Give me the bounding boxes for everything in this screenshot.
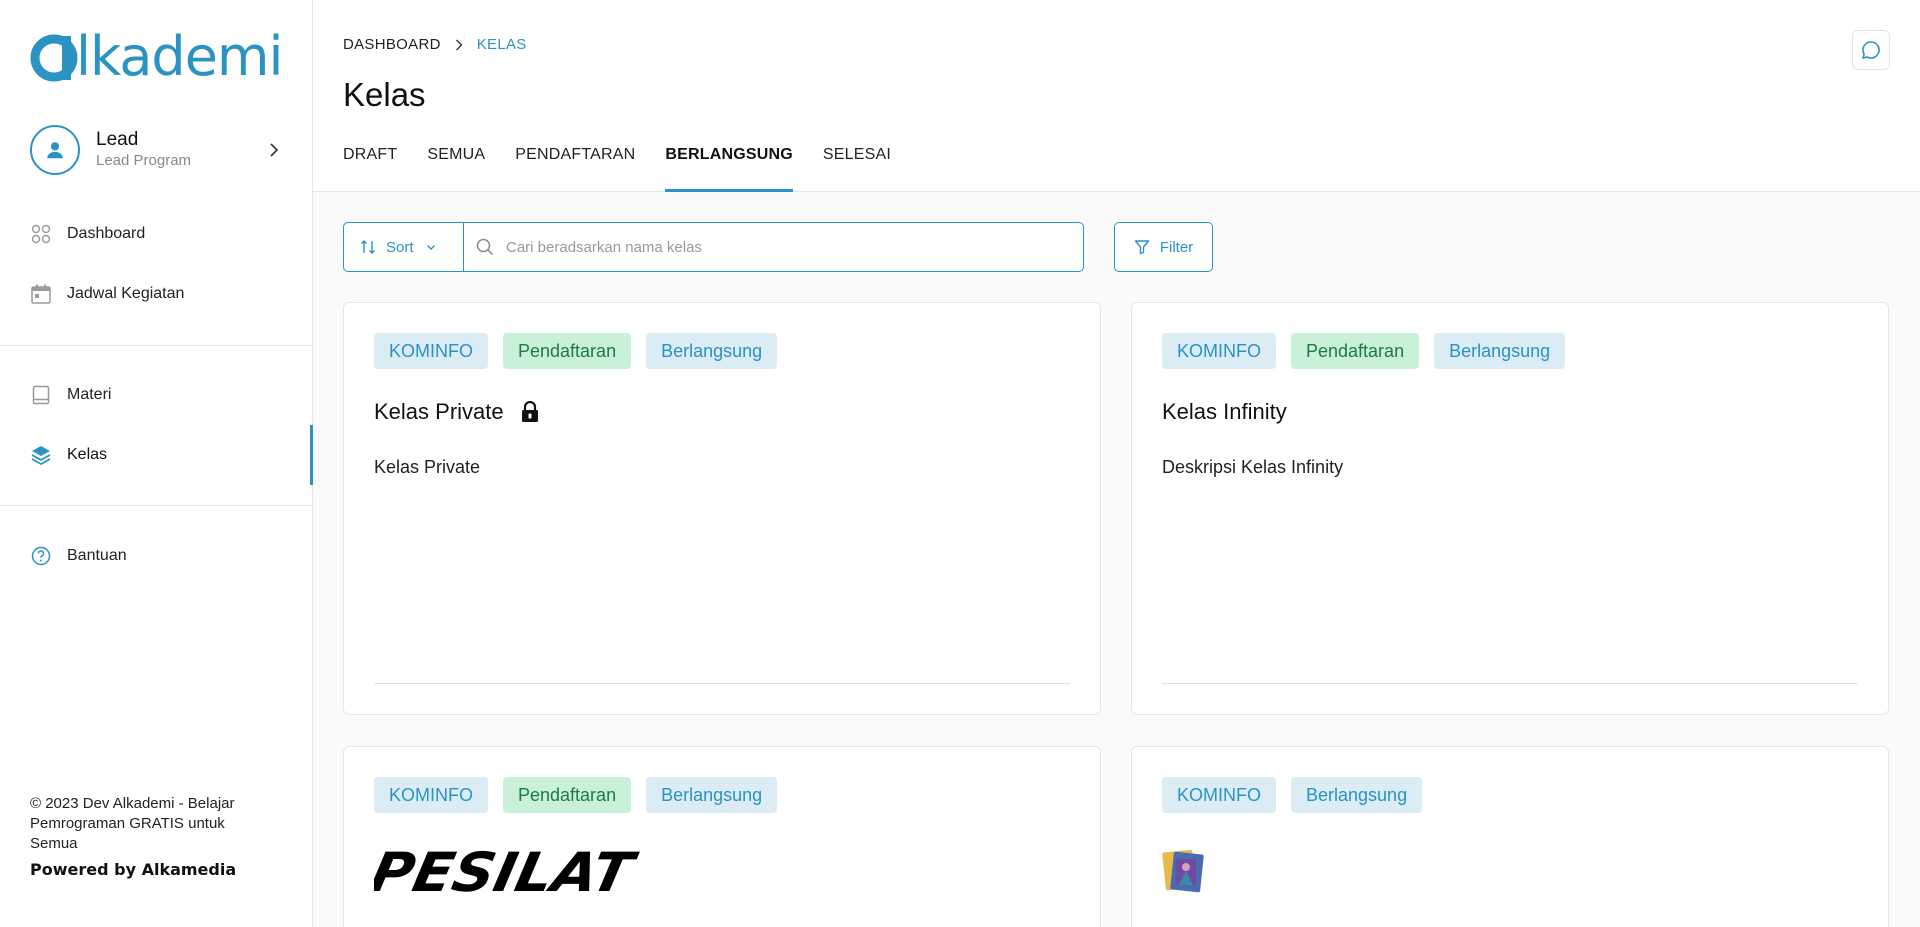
badge-status: Pendaftaran bbox=[503, 777, 632, 813]
card-badges: KOMINFO Berlangsung bbox=[1162, 777, 1437, 813]
sidebar-item-label: Dashboard bbox=[67, 225, 146, 242]
powered-by-text: Powered by Alkamedia bbox=[30, 860, 237, 879]
badge-status: Pendaftaran bbox=[1291, 333, 1420, 369]
badge-status: Berlangsung bbox=[1291, 777, 1423, 813]
chevron-right-icon bbox=[264, 140, 284, 160]
tab-draft[interactable]: DRAFT bbox=[343, 146, 397, 192]
sidebar-item-label: Bantuan bbox=[67, 547, 127, 564]
pesilat-logo-text: PESILAT bbox=[374, 843, 642, 897]
tab-pendaftaran[interactable]: PENDAFTARAN bbox=[515, 146, 635, 192]
badge-organizer: KOMINFO bbox=[374, 777, 488, 813]
sort-dropdown[interactable]: Sort bbox=[344, 223, 464, 271]
app-root: lkademi Lead Lead Program Dashboard Jadw… bbox=[0, 0, 1920, 927]
logo-a-icon bbox=[30, 34, 78, 82]
sidebar-item-kelas[interactable]: Kelas bbox=[0, 425, 313, 485]
chat-button[interactable] bbox=[1852, 30, 1890, 70]
search-group: Sort bbox=[343, 222, 1084, 272]
page-header: DASHBOARD KELAS Kelas DRAFT SEMUA PENDAF… bbox=[313, 0, 1920, 192]
sidebar-item-jadwal[interactable]: Jadwal Kegiatan bbox=[0, 270, 313, 318]
page-title: Kelas bbox=[343, 76, 426, 113]
card-title: Kelas Private bbox=[374, 399, 540, 425]
chevron-down-icon bbox=[426, 244, 435, 250]
class-card[interactable]: KOMINFO Pendaftaran Berlangsung Kelas In… bbox=[1131, 302, 1889, 715]
breadcrumb-dashboard[interactable]: DASHBOARD bbox=[343, 36, 441, 53]
badge-status: Berlangsung bbox=[1434, 333, 1566, 369]
breadcrumb: DASHBOARD KELAS bbox=[343, 36, 527, 53]
badge-organizer: KOMINFO bbox=[1162, 777, 1276, 813]
sidebar-item-label: Materi bbox=[67, 386, 112, 403]
layers-icon bbox=[30, 444, 52, 466]
lock-icon bbox=[520, 401, 540, 423]
badge-status: Berlangsung bbox=[646, 333, 778, 369]
sidebar-item-label: Kelas bbox=[67, 446, 108, 463]
card-badges: KOMINFO Pendaftaran Berlangsung bbox=[374, 333, 792, 369]
card-divider bbox=[374, 683, 1070, 684]
user-role: Lead Program bbox=[96, 152, 192, 169]
status-tabs: DRAFT SEMUA PENDAFTARAN BERLANGSUNG SELE… bbox=[343, 146, 921, 192]
chevron-right-icon bbox=[455, 39, 463, 51]
logo-text: lkademi bbox=[76, 25, 284, 88]
card-description: Deskripsi Kelas Infinity bbox=[1162, 457, 1344, 477]
pesilat-logo: PESILAT bbox=[365, 841, 646, 904]
dashboard-grid-icon bbox=[30, 223, 52, 245]
badge-status: Berlangsung bbox=[646, 777, 778, 813]
class-card[interactable]: KOMINFO Pendaftaran Berlangsung Kelas Pr… bbox=[343, 302, 1101, 715]
sidebar-divider bbox=[0, 345, 313, 346]
sidebar-divider bbox=[0, 505, 313, 506]
help-circle-icon bbox=[30, 545, 52, 567]
card-title-text: Kelas Private bbox=[374, 399, 504, 424]
badge-organizer: KOMINFO bbox=[374, 333, 488, 369]
book-icon bbox=[30, 384, 52, 406]
search-area bbox=[464, 238, 1083, 256]
sidebar-item-materi[interactable]: Materi bbox=[0, 371, 313, 419]
search-input[interactable] bbox=[506, 238, 1066, 256]
sidebar-item-label: Jadwal Kegiatan bbox=[67, 285, 185, 302]
card-badges: KOMINFO Pendaftaran Berlangsung bbox=[1162, 333, 1580, 369]
avatar bbox=[30, 125, 80, 175]
sidebar-item-dashboard[interactable]: Dashboard bbox=[0, 210, 313, 258]
sidebar-footer: © 2023 Dev Alkademi - Belajar Pemrograma… bbox=[30, 794, 270, 879]
card-title: Kelas Infinity bbox=[1162, 399, 1287, 425]
toolbar: Sort Filter bbox=[343, 222, 1213, 272]
filter-button[interactable]: Filter bbox=[1114, 222, 1213, 272]
class-thumbnail-image bbox=[1162, 847, 1204, 898]
funnel-icon bbox=[1134, 240, 1150, 255]
card-badges: KOMINFO Pendaftaran Berlangsung bbox=[374, 777, 792, 813]
user-name: Lead bbox=[96, 129, 139, 150]
card-title-text: Kelas Infinity bbox=[1162, 399, 1287, 424]
tab-selesai[interactable]: SELESAI bbox=[823, 146, 891, 192]
card-description: Kelas Private bbox=[374, 457, 481, 477]
sort-label: Sort bbox=[386, 238, 414, 256]
filter-label: Filter bbox=[1159, 238, 1194, 256]
sidebar: lkademi Lead Lead Program Dashboard Jadw… bbox=[0, 0, 313, 927]
badge-status: Pendaftaran bbox=[503, 333, 632, 369]
search-icon bbox=[476, 238, 494, 256]
card-divider bbox=[1162, 683, 1858, 684]
sort-arrows-icon bbox=[361, 240, 375, 254]
class-card[interactable]: KOMINFO Berlangsung bbox=[1131, 746, 1889, 927]
user-icon bbox=[47, 142, 63, 159]
chat-bubble-icon bbox=[1861, 41, 1880, 60]
calendar-icon bbox=[30, 283, 52, 305]
sidebar-item-bantuan[interactable]: Bantuan bbox=[0, 532, 313, 580]
tab-semua[interactable]: SEMUA bbox=[427, 146, 485, 192]
class-card[interactable]: KOMINFO Pendaftaran Berlangsung PESILAT bbox=[343, 746, 1101, 927]
breadcrumb-kelas: KELAS bbox=[476, 36, 527, 53]
badge-organizer: KOMINFO bbox=[1162, 333, 1276, 369]
copyright-text: © 2023 Dev Alkademi - Belajar Pemrograma… bbox=[30, 795, 235, 852]
tab-berlangsung[interactable]: BERLANGSUNG bbox=[665, 146, 793, 192]
main-content: DASHBOARD KELAS Kelas DRAFT SEMUA PENDAF… bbox=[313, 0, 1920, 927]
alkademi-logo[interactable]: lkademi bbox=[30, 25, 284, 88]
user-profile[interactable]: Lead Lead Program bbox=[30, 124, 284, 176]
